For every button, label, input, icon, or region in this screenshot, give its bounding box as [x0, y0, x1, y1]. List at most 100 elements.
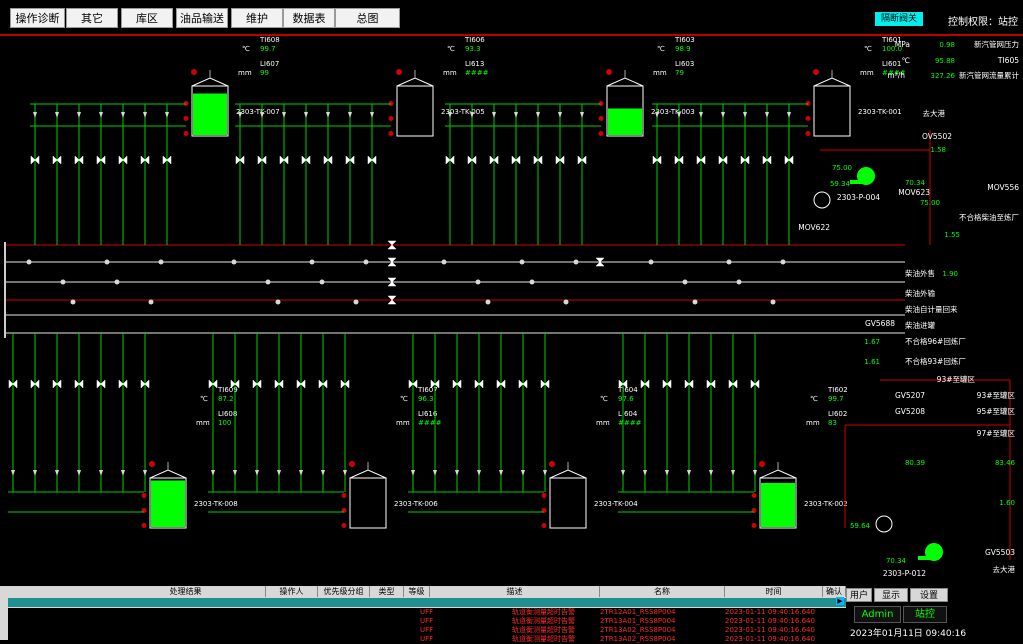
tank-temp-value: 97.6 — [618, 395, 634, 403]
tank-valve-indicator — [805, 131, 811, 136]
alarm-header-desc: 描述 — [430, 586, 600, 597]
flow-arrow-icon — [33, 470, 37, 476]
flow-arrow-icon — [211, 470, 215, 476]
menu-datatable-button[interactable]: 数据表 — [283, 8, 335, 28]
alarm-selected-row[interactable] — [8, 598, 846, 607]
alarm-header-type: 类型 — [370, 586, 404, 597]
tank-id-label: 2303-TK-001 — [858, 108, 902, 116]
settings-button[interactable]: 设置 — [910, 588, 948, 602]
tank-alarm-indicator — [396, 69, 402, 75]
menu-maintenance-button[interactable]: 维护 — [231, 8, 283, 28]
tank-level-value: 100 — [218, 419, 231, 427]
tank-body[interactable] — [349, 477, 387, 529]
display-button[interactable]: 显示 — [874, 588, 908, 602]
tank-body[interactable] — [549, 477, 587, 529]
tank-level-tag: LI603 — [675, 60, 694, 68]
ov5502-label: OV5502 — [922, 132, 952, 141]
tank-level-unit: mm — [238, 69, 252, 77]
flow-arrow-icon — [121, 112, 125, 118]
junction-dot — [770, 299, 776, 305]
big-outlet-label: 去大港 — [923, 108, 946, 118]
tank-level-fill — [193, 93, 227, 135]
flow-arrow-icon — [326, 112, 330, 118]
menu-overview-button[interactable]: 总图 — [335, 8, 400, 28]
user-button[interactable]: 用户 — [846, 588, 872, 602]
tank-alarm-indicator — [759, 461, 765, 467]
tank-valve-indicator — [388, 131, 394, 136]
tank-level-value: 99 — [260, 69, 269, 77]
g95-label: 95#至罐区 — [977, 406, 1016, 416]
flow-arrow-icon — [699, 112, 703, 118]
flow-arrow-icon — [643, 470, 647, 476]
user-panel: 设置 显示 用户 站控 Admin 2023年01月11日 09:40:16 — [846, 586, 1023, 640]
tank-valve-indicator — [541, 523, 547, 528]
tank-roof — [549, 469, 587, 479]
alarm-cell-level: UFF — [420, 608, 434, 616]
tank-body[interactable] — [396, 85, 434, 137]
junction-dot — [148, 299, 154, 305]
tank-2303-TK-007 — [191, 77, 229, 137]
pump-p012-label: 2303-P-012 — [883, 569, 926, 578]
tank-level-tag: LI604 — [618, 410, 638, 418]
flow-arrow-icon — [121, 470, 125, 476]
menu-diagnostics-button[interactable]: 操作诊断 — [10, 8, 65, 28]
tank-temp-value: 93.3 — [465, 45, 481, 53]
tank-level-unit: mm — [806, 419, 820, 427]
alarm-row[interactable]: 2023-01-11 09:40:16.640 2TR13A01_RSS8P004… — [8, 617, 846, 626]
datetime-display: 2023年01月11日 09:40:16 — [850, 629, 967, 639]
tank-level-fill — [608, 108, 642, 135]
tank-roof — [813, 77, 851, 87]
flow-arrow-icon — [731, 470, 735, 476]
flow-arrow-icon — [687, 470, 691, 476]
steam-flow-label: 新汽管网流量累计 — [959, 70, 1019, 80]
status-badge[interactable]: 隔断阀关 — [875, 12, 923, 26]
flow-arrow-icon — [77, 112, 81, 118]
alarm-row[interactable]: 2023-01-11 09:40:16.640 2TR12A01_RSS8P004… — [8, 608, 846, 617]
flow-meter-icon — [813, 191, 831, 209]
pump-p004-label: 2303-P-004 — [837, 193, 880, 202]
val-1-60: 1.60 — [999, 499, 1015, 507]
flow-arrow-icon — [165, 112, 169, 118]
tank-temp-tag: TI604 — [617, 386, 638, 394]
alarm-cell-name: 2TR13A01_RSS8P004 — [600, 617, 676, 625]
junction-dot — [231, 259, 237, 265]
login-button[interactable]: 站控 — [903, 606, 947, 623]
tank-level-value: #### — [465, 69, 489, 77]
val-83-46: 83.46 — [995, 459, 1016, 467]
tank-level-tag: LI608 — [218, 410, 237, 418]
menu-other-button[interactable]: 其它 — [66, 8, 118, 28]
mov623-label: MOV623 — [898, 188, 930, 197]
alarm-header-name: 名称 — [600, 586, 725, 597]
flow-arrow-icon — [621, 470, 625, 476]
menu-oil-transfer-button[interactable]: 油品输送 — [176, 8, 228, 28]
tank-body[interactable] — [813, 85, 851, 137]
diesel-self-label: 柴油自计量回来 — [905, 304, 958, 314]
gv5208-label: GV5208 — [895, 407, 925, 416]
flow-arrow-icon — [521, 470, 525, 476]
flow-arrow-icon — [665, 470, 669, 476]
flow-arrow-icon — [321, 470, 325, 476]
tank-temp-tag: TI602 — [827, 386, 848, 394]
menu-tank-area-button[interactable]: 库区 — [121, 8, 173, 28]
tank-roof — [759, 469, 797, 479]
junction-dot — [475, 279, 481, 285]
flow-arrow-icon — [558, 112, 562, 118]
scroll-arrow-icon[interactable]: ▶ — [836, 597, 844, 605]
alarm-cell-level: UFF — [420, 626, 434, 634]
alarm-header-time: 时间 — [725, 586, 823, 597]
tank-level-fill — [151, 480, 185, 527]
tank-temp-value: 99.7 — [260, 45, 276, 53]
alarm-header-operator: 操作人 — [266, 586, 318, 597]
alarm-row[interactable]: 2023-01-11 09:40:16.640 2TR13A02_RSS8P004… — [8, 626, 846, 635]
alarm-header-level: 等级 — [404, 586, 430, 597]
tank-valve-indicator — [388, 116, 394, 121]
unq-96-value: 1.67 — [864, 338, 880, 346]
flow-arrow-icon — [370, 112, 374, 118]
tank-valve-indicator — [541, 493, 547, 498]
tank-valve-indicator — [751, 493, 757, 498]
tank-id-label: 2303-TK-007 — [236, 108, 280, 116]
flow-arrow-icon — [233, 470, 237, 476]
flow-arrow-icon — [455, 470, 459, 476]
g97-label: 97#至罐区 — [977, 428, 1016, 438]
alarm-cell-name: 2TR12A01_RSS8P004 — [600, 608, 676, 616]
